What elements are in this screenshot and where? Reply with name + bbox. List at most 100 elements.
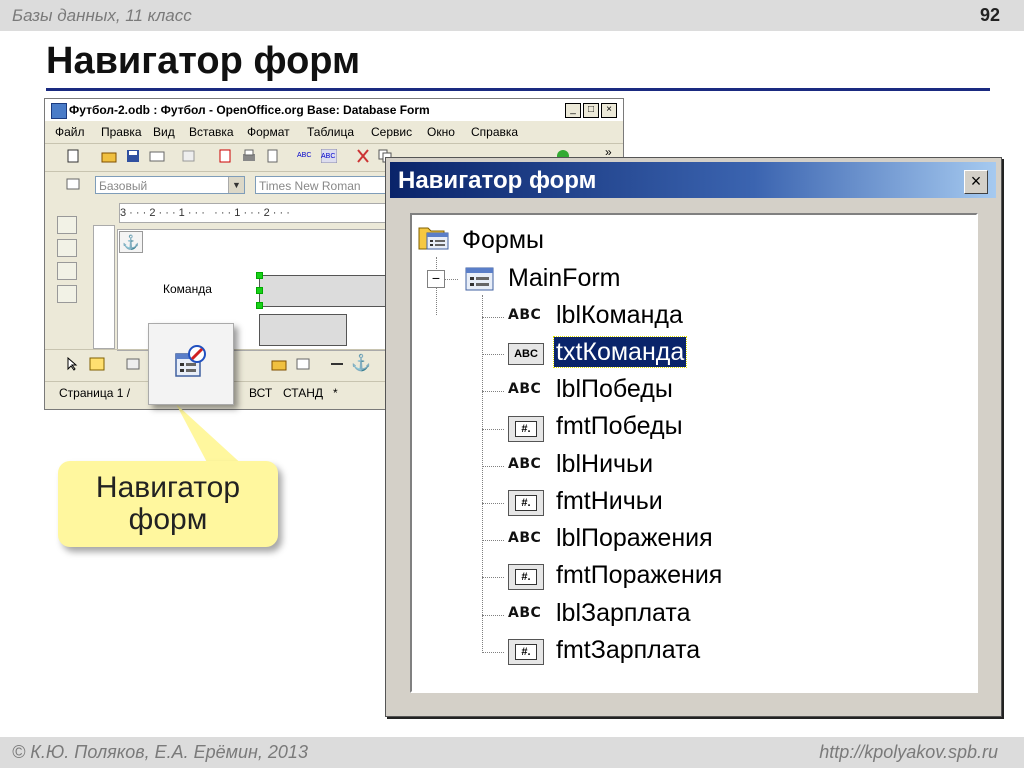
menu-file[interactable]: Файл — [55, 125, 85, 139]
close-icon[interactable]: × — [964, 170, 988, 194]
select-arrow-icon[interactable] — [65, 357, 81, 371]
menu-edit[interactable]: Правка — [101, 125, 142, 139]
print-icon[interactable] — [241, 149, 257, 163]
page-number: 92 — [979, 5, 1000, 25]
window-title: Футбол-2.odb : Футбол - OpenOffice.org B… — [69, 103, 430, 117]
menu-table[interactable]: Таблица — [307, 125, 354, 139]
save-icon[interactable] — [125, 149, 141, 163]
paragraph-style-value: Базовый — [99, 179, 148, 193]
tree-line — [482, 466, 504, 467]
menu-view[interactable]: Вид — [153, 125, 175, 139]
tree-line — [482, 652, 504, 653]
dialog-title: Навигатор форм — [398, 167, 597, 194]
menu-insert[interactable]: Вставка — [189, 125, 234, 139]
collapse-icon[interactable]: − — [427, 270, 445, 288]
navigator-tree[interactable]: Формы − MainForm ABC lblКоманда ABC txtК… — [410, 213, 978, 693]
tree-line — [482, 577, 504, 578]
form-navigator-icon — [175, 345, 206, 377]
tree-node-lblporazheniya[interactable]: lblПоражения — [556, 523, 713, 553]
menu-tools[interactable]: Сервис — [371, 125, 412, 139]
spellcheck-icon[interactable]: ABC — [297, 149, 313, 163]
tab-order-icon[interactable] — [329, 357, 345, 371]
design-mode-icon[interactable] — [57, 239, 77, 257]
anchor-icon[interactable]: ⚓ — [351, 353, 371, 372]
minimize-button[interactable]: _ — [565, 103, 581, 118]
design-mode-icon[interactable] — [89, 357, 105, 371]
formatted-field-icon: #. — [508, 416, 544, 442]
dialog-titlebar: Навигатор форм — [390, 162, 996, 198]
properties-icon[interactable] — [125, 357, 141, 371]
label-abc-icon: ABC — [508, 605, 542, 621]
course-label: Базы данных, 11 класс — [12, 6, 192, 25]
tree-node-txtkomanda[interactable]: txtКоманда — [552, 336, 688, 368]
resize-handle[interactable] — [256, 287, 263, 294]
app-icon — [51, 103, 67, 119]
font-name-combo[interactable]: Times New Roman — [255, 176, 405, 194]
form-navigator-button[interactable] — [148, 323, 234, 405]
svg-text:ABC: ABC — [297, 152, 311, 159]
form-navigator-dialog: Навигатор форм × Формы − MainForm ABC lb… — [385, 157, 1002, 717]
formatted-field-icon: #. — [508, 639, 544, 665]
tree-node-lblnichyi[interactable]: lblНичьи — [556, 449, 653, 479]
menu-window[interactable]: Окно — [427, 125, 455, 139]
menu-help[interactable]: Справка — [471, 125, 518, 139]
maximize-button[interactable]: □ — [583, 103, 599, 118]
tree-node-lblpobedy[interactable]: lblПобеды — [556, 374, 673, 404]
slide-title: Навигатор форм — [46, 40, 361, 82]
tree-node-forms[interactable]: Формы — [462, 225, 544, 255]
select-arrow-icon[interactable] — [57, 216, 77, 234]
font-name-value: Times New Roman — [259, 179, 361, 193]
export-pdf-icon[interactable] — [217, 149, 233, 163]
tree-node-fmtzarplata[interactable]: fmtЗарплата — [556, 635, 700, 665]
resize-handle[interactable] — [256, 272, 263, 279]
email-icon[interactable] — [149, 149, 165, 163]
anchor-icon[interactable]: ⚓ — [119, 231, 143, 253]
form-design-icon[interactable] — [57, 285, 77, 303]
horizontal-ruler: 3 · · · 2 · · · 1 · · · · · · 1 · · · 2 … — [119, 203, 421, 223]
tree-line — [482, 540, 504, 541]
control-wizard-icon[interactable] — [57, 262, 77, 280]
status-insert-mode: ВСТ — [249, 386, 273, 400]
callout-bubble: Навигатор форм — [58, 461, 278, 547]
tree-node-mainform[interactable]: MainForm — [508, 263, 621, 293]
edit-mode-icon[interactable] — [181, 149, 197, 163]
tree-line — [482, 317, 504, 318]
window-titlebar: Футбол-2.odb : Футбол - OpenOffice.org B… — [45, 99, 623, 121]
add-field-icon[interactable] — [295, 357, 311, 371]
label-abc-icon: ABC — [508, 530, 542, 546]
status-selection-mode: СТАНД — [283, 386, 323, 400]
cut-icon[interactable] — [355, 149, 371, 163]
print-preview-icon[interactable] — [265, 149, 281, 163]
forms-folder-icon — [418, 227, 449, 250]
footer-url[interactable]: http://kpolyakov.spb.ru — [819, 742, 998, 763]
open-folder-icon[interactable] — [271, 357, 287, 371]
chevron-down-icon[interactable]: ▼ — [228, 177, 244, 193]
label-abc-icon: ABC — [508, 456, 542, 472]
status-page: Страница 1 / — [59, 386, 131, 400]
tree-node-lblkomanda[interactable]: lblКоманда — [556, 300, 683, 330]
tree-line — [482, 391, 504, 392]
tree-node-fmtporazheniya[interactable]: fmtПоражения — [556, 560, 722, 590]
tree-node-fmtnichyi[interactable]: fmtНичьи — [556, 486, 663, 516]
tree-line — [482, 429, 504, 430]
wins-textbox[interactable] — [259, 314, 347, 346]
paragraph-style-combo[interactable]: Базовый ▼ — [95, 176, 245, 194]
resize-handle[interactable] — [256, 302, 263, 309]
menu-format[interactable]: Формат — [247, 125, 290, 139]
tree-line — [482, 503, 504, 504]
tree-node-lblzarplata[interactable]: lblЗарплата — [556, 598, 690, 628]
form-icon — [465, 267, 494, 291]
autospellcheck-icon[interactable]: ABC — [321, 149, 337, 163]
textbox-abc-icon: ABC — [508, 343, 544, 365]
close-window-button[interactable]: × — [601, 103, 617, 118]
formatted-field-icon: #. — [508, 564, 544, 590]
tree-line — [482, 354, 504, 355]
svg-text:ABC: ABC — [321, 153, 335, 160]
open-folder-icon[interactable] — [101, 149, 117, 163]
footer-authors: © К.Ю. Поляков, Е.А. Ерёмин, 2013 — [12, 742, 308, 762]
new-document-icon[interactable] — [65, 149, 81, 163]
styles-icon[interactable] — [65, 177, 81, 191]
tree-node-fmtpobedy[interactable]: fmtПобеды — [556, 411, 683, 441]
status-modified: * — [333, 386, 338, 400]
callout-line1: Навигатор — [95, 471, 241, 504]
